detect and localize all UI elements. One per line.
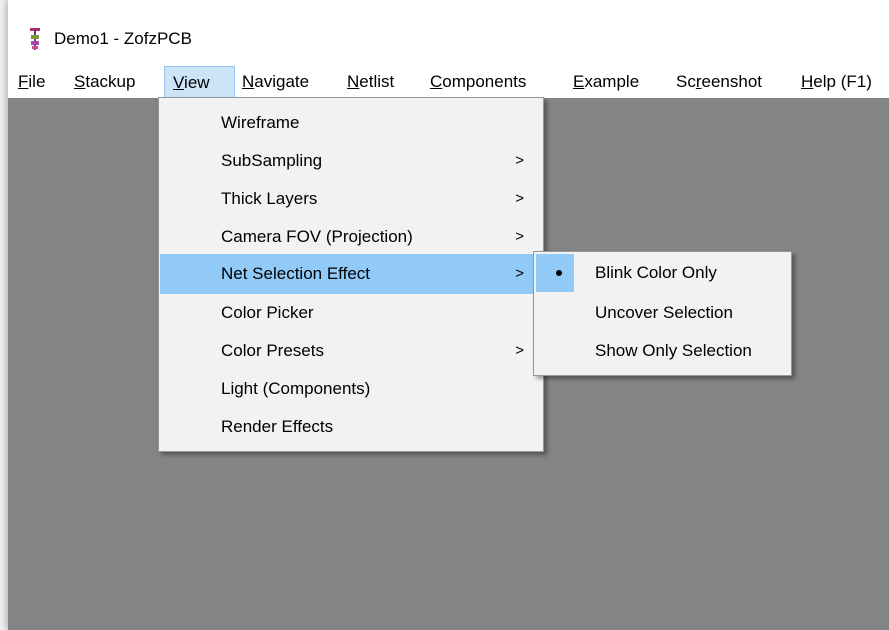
chevron-right-icon: > xyxy=(515,228,524,245)
menu-screenshot[interactable]: Screenshot xyxy=(676,66,762,98)
menu-example[interactable]: Example xyxy=(573,66,639,98)
view-menu-item-camera-fov[interactable]: Camera FOV (Projection) > xyxy=(160,218,542,256)
menu-view[interactable]: View xyxy=(164,66,235,98)
menu-example-label: xample xyxy=(584,72,640,91)
menu-item-label: Thick Layers xyxy=(221,189,318,208)
menu-components-mnemonic: C xyxy=(430,72,443,91)
view-menu-item-thick-layers[interactable]: Thick Layers > xyxy=(160,180,542,218)
menu-item-label: Blink Color Only xyxy=(595,263,717,282)
view-menu-item-color-presets[interactable]: Color Presets > xyxy=(160,332,542,370)
menu-item-label: Render Effects xyxy=(221,417,334,436)
menu-stackup-mnemonic: S xyxy=(74,72,86,91)
menu-view-mnemonic: V xyxy=(173,73,185,92)
menu-item-label: Wireframe xyxy=(221,113,300,132)
menu-item-label: Camera FOV (Projection) xyxy=(221,227,413,246)
chevron-right-icon: > xyxy=(515,190,524,207)
menu-navigate[interactable]: Navigate xyxy=(242,66,309,98)
menu-file[interactable]: File xyxy=(18,66,45,98)
chevron-right-icon: > xyxy=(515,152,524,169)
menu-netlist-mnemonic: N xyxy=(347,72,360,91)
view-menu-item-subsampling[interactable]: SubSampling > xyxy=(160,142,542,180)
menu-screenshot-label: eenshot xyxy=(701,72,763,91)
submenu-item-show-only-selection[interactable]: Show Only Selection xyxy=(535,332,790,370)
menu-components[interactable]: Components xyxy=(430,66,526,98)
menu-item-label: Light (Components) xyxy=(221,379,371,398)
menu-file-mnemonic: F xyxy=(18,72,29,91)
menu-item-label: Show Only Selection xyxy=(595,341,752,360)
menu-view-label: iew xyxy=(184,73,210,92)
menu-file-label: ile xyxy=(28,72,46,91)
menu-bar: File Stackup View Navigate Netlist Compo… xyxy=(8,66,889,98)
menu-example-mnemonic: E xyxy=(573,72,585,91)
menu-components-label: omponents xyxy=(442,72,527,91)
submenu-item-uncover-selection[interactable]: Uncover Selection xyxy=(535,294,790,332)
menu-help-mnemonic: H xyxy=(801,72,814,91)
view-dropdown-menu: Wireframe SubSampling > Thick Layers > Cam… xyxy=(158,97,544,452)
view-menu-item-color-picker[interactable]: Color Picker xyxy=(160,294,542,332)
zofzpcb-app-icon xyxy=(30,28,40,50)
menu-screenshot-prefix: Sc xyxy=(676,72,696,91)
submenu-item-blink-color-only[interactable]: Blink Color Only xyxy=(535,254,790,292)
chevron-right-icon: > xyxy=(515,265,524,282)
menu-netlist[interactable]: Netlist xyxy=(347,66,394,98)
menu-item-label: Uncover Selection xyxy=(595,303,733,322)
menu-navigate-label: avigate xyxy=(254,72,310,91)
net-selection-effect-submenu: Blink Color Only Uncover Selection Show … xyxy=(533,251,792,376)
menu-netlist-label: etlist xyxy=(359,72,395,91)
menu-item-label: Color Picker xyxy=(221,303,314,322)
menu-help[interactable]: Help (F1) xyxy=(801,66,872,98)
menu-stackup[interactable]: Stackup xyxy=(74,66,135,98)
menu-help-label: elp (F1) xyxy=(813,72,872,91)
menu-item-label: Net Selection Effect xyxy=(221,264,370,283)
menu-navigate-mnemonic: N xyxy=(242,72,255,91)
view-menu-item-net-selection-effect[interactable]: Net Selection Effect > xyxy=(160,254,542,294)
view-menu-item-light-components[interactable]: Light (Components) xyxy=(160,370,542,408)
title-bar[interactable]: Demo1 - ZofzPCB xyxy=(8,0,889,66)
menu-item-label: SubSampling xyxy=(221,151,323,170)
view-menu-item-render-effects[interactable]: Render Effects xyxy=(160,408,542,446)
chevron-right-icon: > xyxy=(515,342,524,359)
window-title: Demo1 - ZofzPCB xyxy=(54,29,192,48)
menu-stackup-label: tackup xyxy=(85,72,136,91)
menu-item-label: Color Presets xyxy=(221,341,324,360)
view-menu-item-wireframe[interactable]: Wireframe xyxy=(160,104,542,142)
